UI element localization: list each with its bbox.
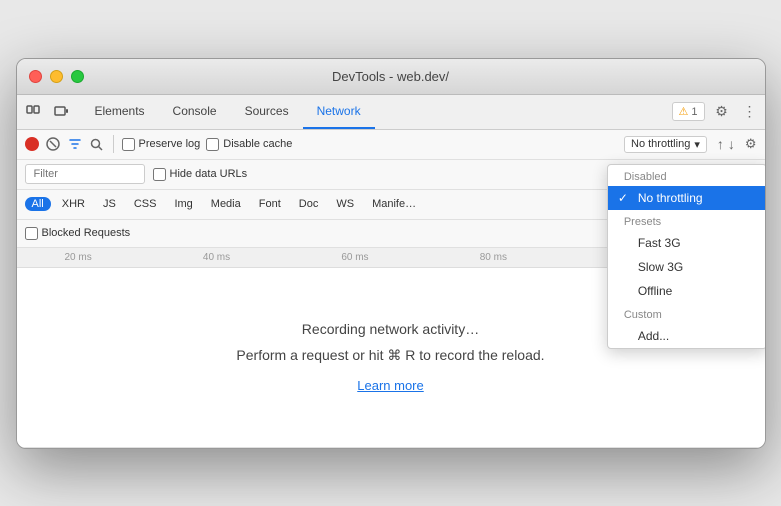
type-filter-manifest[interactable]: Manife…: [365, 197, 423, 211]
filter-input[interactable]: [25, 164, 145, 184]
timeline-mark-40: 40 ms: [203, 252, 341, 263]
throttle-option-slow-3g[interactable]: Slow 3G: [608, 255, 766, 279]
preserve-log-label[interactable]: Preserve log: [122, 138, 201, 151]
disable-cache-label[interactable]: Disable cache: [206, 138, 292, 151]
search-icon[interactable]: [89, 136, 105, 152]
record-button[interactable]: [25, 137, 39, 151]
throttle-menu: Disabled No throttling Presets Fast 3G S…: [607, 164, 766, 349]
timeline-mark-80: 80 ms: [480, 252, 618, 263]
throttle-option-no-throttling[interactable]: No throttling: [608, 186, 766, 210]
type-filter-img[interactable]: Img: [167, 197, 199, 211]
upload-download-icons: ↑ ↓: [717, 136, 735, 152]
tab-icons: [21, 100, 73, 124]
clear-button[interactable]: [45, 136, 61, 152]
network-toolbar: Preserve log Disable cache No throttling…: [17, 130, 765, 160]
tab-sources[interactable]: Sources: [231, 95, 303, 129]
title-bar: DevTools - web.dev/: [17, 59, 765, 95]
type-filter-xhr[interactable]: XHR: [55, 197, 92, 211]
divider: [113, 135, 114, 153]
type-filter-doc[interactable]: Doc: [292, 197, 326, 211]
disabled-section-label: Disabled: [608, 165, 766, 186]
chevron-down-icon: ▾: [694, 138, 700, 151]
upload-icon[interactable]: ↑: [717, 136, 724, 152]
tab-console[interactable]: Console: [159, 95, 231, 129]
window-title: DevTools - web.dev/: [332, 69, 449, 84]
traffic-lights: [29, 70, 84, 83]
preserve-log-checkbox[interactable]: [122, 138, 135, 151]
warning-icon: ⚠: [679, 105, 689, 118]
hide-data-urls-label[interactable]: Hide data URLs: [153, 168, 248, 181]
devtools-tabs-bar: Elements Console Sources Network ⚠ 1 ⚙ ⋮: [17, 95, 765, 130]
settings-icon[interactable]: ⚙: [711, 101, 733, 123]
throttle-dropdown[interactable]: No throttling ▾ Disabled No throttling P…: [624, 136, 707, 153]
timeline-mark-60: 60 ms: [341, 252, 479, 263]
type-filter-font[interactable]: Font: [252, 197, 288, 211]
maximize-button[interactable]: [71, 70, 84, 83]
blocked-requests-checkbox[interactable]: [25, 227, 38, 240]
throttle-option-add[interactable]: Add...: [608, 324, 766, 348]
blocked-requests-label[interactable]: Blocked Requests: [25, 227, 131, 240]
tab-network[interactable]: Network: [303, 95, 375, 129]
warning-count: 1: [691, 106, 697, 118]
perform-text: Perform a request or hit ⌘ R to record t…: [236, 347, 544, 364]
type-filter-js[interactable]: JS: [96, 197, 123, 211]
network-settings-icon[interactable]: ⚙: [745, 136, 757, 152]
device-icon[interactable]: [49, 100, 73, 124]
throttle-option-offline[interactable]: Offline: [608, 279, 766, 303]
close-button[interactable]: [29, 70, 42, 83]
disable-cache-checkbox[interactable]: [206, 138, 219, 151]
warning-badge[interactable]: ⚠ 1: [672, 102, 705, 121]
learn-more-link[interactable]: Learn more: [357, 378, 423, 393]
timeline-mark-20: 20 ms: [65, 252, 203, 263]
cursor-icon[interactable]: [21, 100, 45, 124]
filter-icon[interactable]: [67, 136, 83, 152]
type-filter-ws[interactable]: WS: [329, 197, 361, 211]
minimize-button[interactable]: [50, 70, 63, 83]
type-filter-media[interactable]: Media: [204, 197, 248, 211]
devtools-window: DevTools - web.dev/ Elements Console: [16, 58, 766, 449]
type-filter-all[interactable]: All: [25, 197, 51, 211]
throttle-button[interactable]: No throttling ▾: [624, 136, 707, 153]
type-filter-css[interactable]: CSS: [127, 197, 164, 211]
download-icon[interactable]: ↓: [728, 136, 735, 152]
hide-data-urls-checkbox[interactable]: [153, 168, 166, 181]
presets-section-label: Presets: [608, 210, 766, 231]
more-icon[interactable]: ⋮: [739, 101, 761, 123]
tab-right-actions: ⚠ 1 ⚙ ⋮: [672, 101, 761, 123]
custom-section-label: Custom: [608, 303, 766, 324]
tab-elements[interactable]: Elements: [81, 95, 159, 129]
throttle-option-fast-3g[interactable]: Fast 3G: [608, 231, 766, 255]
recording-text: Recording network activity…: [302, 321, 479, 337]
